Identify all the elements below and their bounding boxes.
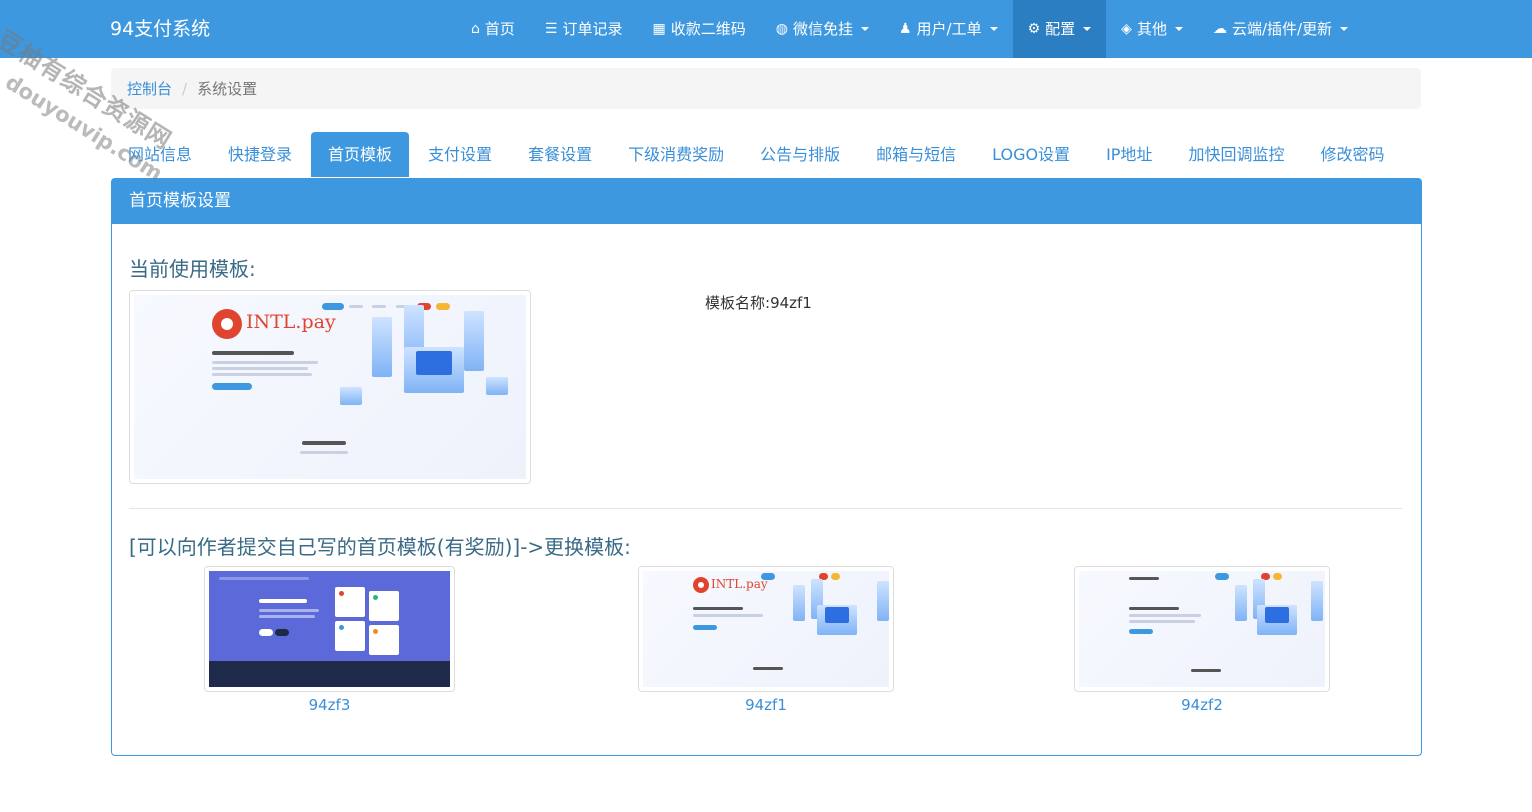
caret-down-icon <box>989 27 998 31</box>
nav-item-label: 订单记录 <box>562 20 623 38</box>
nav-item-gear[interactable]: ⚙ 配置 <box>1012 0 1107 58</box>
nav-item-list[interactable]: ☰ 订单记录 <box>530 0 638 58</box>
cube-icon: ◈ <box>1121 21 1132 37</box>
preview-image-dark <box>209 571 450 687</box>
user-icon: ♟ <box>898 21 912 37</box>
change-template-heading: [可以向作者提交自己写的首页模板(有奖励)]->更换模板: <box>129 535 631 559</box>
nav-item-cloud[interactable]: ☁ 云端/插件/更新 <box>1198 0 1363 58</box>
template-card-94zf3[interactable]: 94zf3 <box>204 566 455 714</box>
template-settings-panel: 首页模板设置 当前使用模板: INTL.pay 模板名称:94zf1 [可以向作… <box>111 178 1422 756</box>
caret-down-icon <box>1083 27 1092 31</box>
caret-down-icon <box>1340 27 1349 31</box>
tab-0[interactable]: 网站信息 <box>111 132 209 177</box>
breadcrumb: 控制台 / 系统设置 <box>111 68 1421 109</box>
template-name-94zf1[interactable]: 94zf1 <box>638 696 894 714</box>
home-icon: ⌂ <box>471 21 480 37</box>
top-navbar: 94支付系统 ⌂ 首页 ☰ 订单记录 ▦ 收款二维码 ◍ 微信免挂 ♟ 用户/工单 ⚙ 配置 ◈ 其他 ☁ 云… <box>0 0 1532 58</box>
preview-image-light <box>1079 571 1325 687</box>
template-name-label: 模板名称: <box>705 294 771 312</box>
current-template-preview: INTL.pay <box>129 290 531 484</box>
intl-logo-text-small: INTL.pay <box>711 577 768 591</box>
template-name-value: 94zf1 <box>770 294 812 312</box>
tab-9[interactable]: IP地址 <box>1089 132 1169 177</box>
breadcrumb-home-link[interactable]: 控制台 <box>127 78 172 99</box>
wechat-icon: ◍ <box>775 21 788 37</box>
qrcode-icon: ▦ <box>652 21 666 37</box>
intl-logo-icon <box>212 309 242 339</box>
preview-image-intl-small: INTL.pay <box>643 571 889 687</box>
template-thumb-94zf2[interactable] <box>1074 566 1330 692</box>
tab-7[interactable]: 邮箱与短信 <box>859 132 973 177</box>
nav-item-home[interactable]: ⌂ 首页 <box>456 0 530 58</box>
brand-title[interactable]: 94支付系统 <box>110 0 210 58</box>
nav-item-qrcode[interactable]: ▦ 收款二维码 <box>637 0 760 58</box>
cloud-icon: ☁ <box>1212 21 1227 37</box>
tab-6[interactable]: 公告与排版 <box>743 132 857 177</box>
nav-item-label: 配置 <box>1045 20 1076 38</box>
caret-down-icon <box>1174 27 1183 31</box>
nav-item-label: 其他 <box>1136 20 1167 38</box>
tab-3[interactable]: 支付设置 <box>411 132 509 177</box>
nav-item-label: 微信免挂 <box>792 20 853 38</box>
intl-logo-text: INTL.pay <box>246 311 336 333</box>
template-thumb-94zf3[interactable] <box>204 566 455 692</box>
section-divider <box>129 508 1402 509</box>
list-icon: ☰ <box>544 21 558 37</box>
tab-11[interactable]: 修改密码 <box>1303 132 1401 177</box>
breadcrumb-current: 系统设置 <box>197 80 258 98</box>
template-card-94zf1[interactable]: INTL.pay 94zf1 <box>638 566 894 714</box>
tab-4[interactable]: 套餐设置 <box>511 132 609 177</box>
tab-2[interactable]: 首页模板 <box>311 132 410 177</box>
nav-item-user[interactable]: ♟ 用户/工单 <box>884 0 1013 58</box>
nav-item-label: 用户/工单 <box>916 20 982 38</box>
current-template-name: 模板名称:94zf1 <box>705 292 812 313</box>
settings-tabs: 网站信息 快捷登录 首页模板 支付设置 套餐设置 下级消费奖励 公告与排版 邮箱与短信 LOGO… <box>111 132 1403 178</box>
panel-title: 首页模板设置 <box>112 179 1421 224</box>
current-template-heading: 当前使用模板: <box>129 257 256 281</box>
tab-5[interactable]: 下级消费奖励 <box>611 132 741 177</box>
caret-down-icon <box>860 27 869 31</box>
nav-item-label: 收款二维码 <box>670 20 746 38</box>
nav-item-cube[interactable]: ◈ 其他 <box>1106 0 1198 58</box>
nav-item-label: 首页 <box>484 20 515 38</box>
template-name-94zf3[interactable]: 94zf3 <box>204 696 455 714</box>
template-card-94zf2[interactable]: 94zf2 <box>1074 566 1330 714</box>
tab-8[interactable]: LOGO设置 <box>975 132 1087 177</box>
nav-item-wechat[interactable]: ◍ 微信免挂 <box>761 0 884 58</box>
nav-item-label: 云端/插件/更新 <box>1231 20 1333 38</box>
breadcrumb-separator: / <box>182 79 188 98</box>
main-nav: ⌂ 首页 ☰ 订单记录 ▦ 收款二维码 ◍ 微信免挂 ♟ 用户/工单 ⚙ 配置 ◈ 其他 ☁ 云端/插件/更新 <box>456 0 1363 58</box>
template-name-94zf2[interactable]: 94zf2 <box>1074 696 1330 714</box>
template-thumb-94zf1[interactable]: INTL.pay <box>638 566 894 692</box>
gear-icon: ⚙ <box>1027 21 1041 37</box>
preview-image-intl: INTL.pay <box>134 295 526 479</box>
tab-1[interactable]: 快捷登录 <box>211 132 309 177</box>
intl-logo-icon-small <box>693 577 709 593</box>
tab-10[interactable]: 加快回调监控 <box>1171 132 1301 177</box>
